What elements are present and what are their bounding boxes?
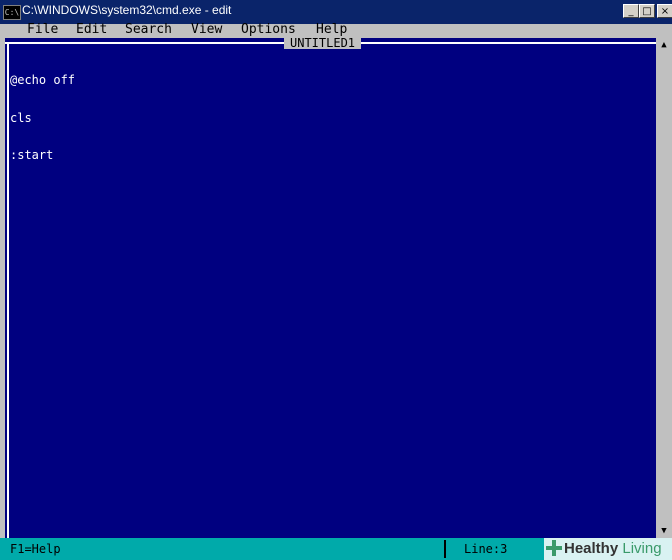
- editor-frame-left: [7, 42, 9, 538]
- document-title: UNTITLED1: [284, 37, 362, 49]
- cmd-icon: C:\: [3, 5, 21, 20]
- watermark-text-living: Living: [622, 540, 662, 557]
- editor-line: :start: [10, 148, 54, 162]
- editor-line: cls: [10, 110, 32, 125]
- editor-area[interactable]: [5, 38, 656, 538]
- editor-text[interactable]: @echo off cls :start: [10, 49, 75, 174]
- close-button[interactable]: ×: [657, 4, 672, 18]
- title-bar[interactable]: C:\ C:\WINDOWS\system32\cmd.exe - edit _…: [0, 0, 672, 24]
- status-separator: [444, 540, 446, 558]
- menu-help[interactable]: Help: [316, 22, 347, 37]
- vertical-scrollbar[interactable]: ▲ ▼: [656, 38, 672, 538]
- menu-edit[interactable]: Edit: [76, 22, 107, 37]
- editor-line: @echo off: [10, 73, 76, 87]
- scroll-up-arrow[interactable]: ▲: [657, 38, 671, 52]
- watermark-text-healthy: Healthy: [564, 540, 619, 557]
- scroll-down-arrow[interactable]: ▼: [657, 524, 671, 538]
- menu-bar: File Edit Search View Options Help: [0, 22, 672, 37]
- status-help-hint: F1=Help: [10, 542, 61, 556]
- menu-file[interactable]: File: [27, 22, 58, 37]
- watermark-logo: Healthy Living: [544, 538, 672, 560]
- menu-options[interactable]: Options: [241, 22, 296, 37]
- menu-view[interactable]: View: [191, 22, 222, 37]
- minimize-button[interactable]: _: [623, 4, 639, 18]
- maximize-button[interactable]: □: [639, 4, 655, 18]
- status-line-number: Line:3: [464, 542, 508, 556]
- menu-search[interactable]: Search: [125, 22, 172, 37]
- cross-icon: [546, 540, 562, 556]
- window-title: C:\WINDOWS\system32\cmd.exe - edit: [22, 3, 232, 17]
